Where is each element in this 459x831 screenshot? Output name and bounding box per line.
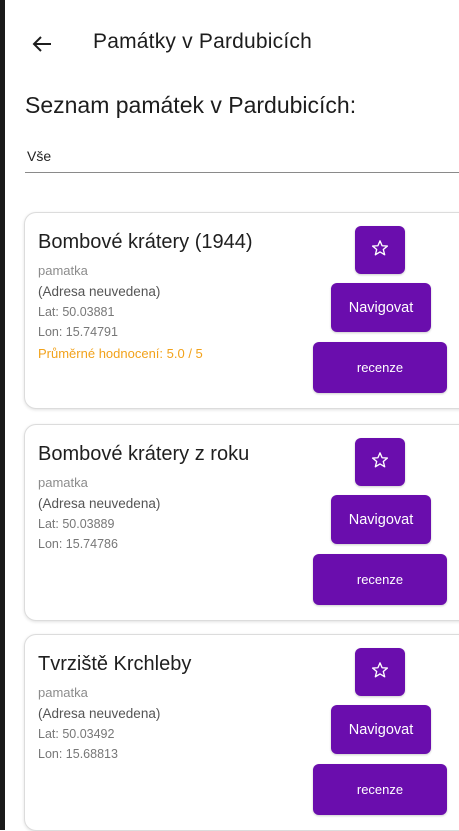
reviews-button[interactable]: recenze bbox=[313, 764, 447, 815]
monument-name: Bombové krátery z roku bbox=[38, 443, 250, 465]
filter-selected-value: Vše bbox=[27, 148, 52, 164]
reviews-button[interactable]: recenze bbox=[313, 342, 447, 393]
monument-type: pamatka bbox=[38, 263, 88, 278]
app-bar: Památky v Pardubicích bbox=[5, 0, 459, 88]
monument-longitude: Lon: 15.74786 bbox=[38, 537, 118, 551]
favorite-button[interactable] bbox=[355, 226, 405, 274]
monument-average-rating: Průměrné hodnocení: 5.0 / 5 bbox=[38, 346, 203, 361]
monument-type: pamatka bbox=[38, 475, 88, 490]
monument-name: Bombové krátery (1944) bbox=[38, 231, 253, 253]
monument-address: (Adresa neuvedena) bbox=[38, 706, 161, 721]
category-filter-dropdown[interactable]: Vše bbox=[25, 144, 459, 173]
star-outline-icon bbox=[371, 661, 389, 684]
app-bar-title: Památky v Pardubicích bbox=[93, 30, 312, 53]
star-outline-icon bbox=[371, 451, 389, 474]
monument-card: Bombové krátery (1944) pamatka (Adresa n… bbox=[24, 212, 459, 409]
monument-name: Tvrziště Krchleby bbox=[38, 653, 192, 675]
monument-address: (Adresa neuvedena) bbox=[38, 284, 161, 299]
reviews-button[interactable]: recenze bbox=[313, 554, 447, 605]
monument-card: Bombové krátery z roku pamatka (Adresa n… bbox=[24, 424, 459, 621]
monument-card: Tvrziště Krchleby pamatka (Adresa neuved… bbox=[24, 634, 459, 831]
monument-latitude: Lat: 50.03889 bbox=[38, 517, 115, 531]
monument-latitude: Lat: 50.03881 bbox=[38, 305, 115, 319]
navigate-button[interactable]: Navigovat bbox=[331, 495, 431, 544]
navigate-button[interactable]: Navigovat bbox=[331, 283, 431, 332]
star-outline-icon bbox=[371, 239, 389, 262]
monument-longitude: Lon: 15.74791 bbox=[38, 325, 118, 339]
favorite-button[interactable] bbox=[355, 438, 405, 486]
monument-address: (Adresa neuvedena) bbox=[38, 496, 161, 511]
page-title: Seznam památek v Pardubicích: bbox=[25, 92, 357, 118]
navigate-button[interactable]: Navigovat bbox=[331, 705, 431, 754]
monument-type: pamatka bbox=[38, 685, 88, 700]
monument-latitude: Lat: 50.03492 bbox=[38, 727, 115, 741]
favorite-button[interactable] bbox=[355, 648, 405, 696]
arrow-back-icon[interactable] bbox=[31, 33, 53, 55]
app-screen: Památky v Pardubicích Seznam památek v P… bbox=[5, 0, 459, 831]
monument-longitude: Lon: 15.68813 bbox=[38, 747, 118, 761]
